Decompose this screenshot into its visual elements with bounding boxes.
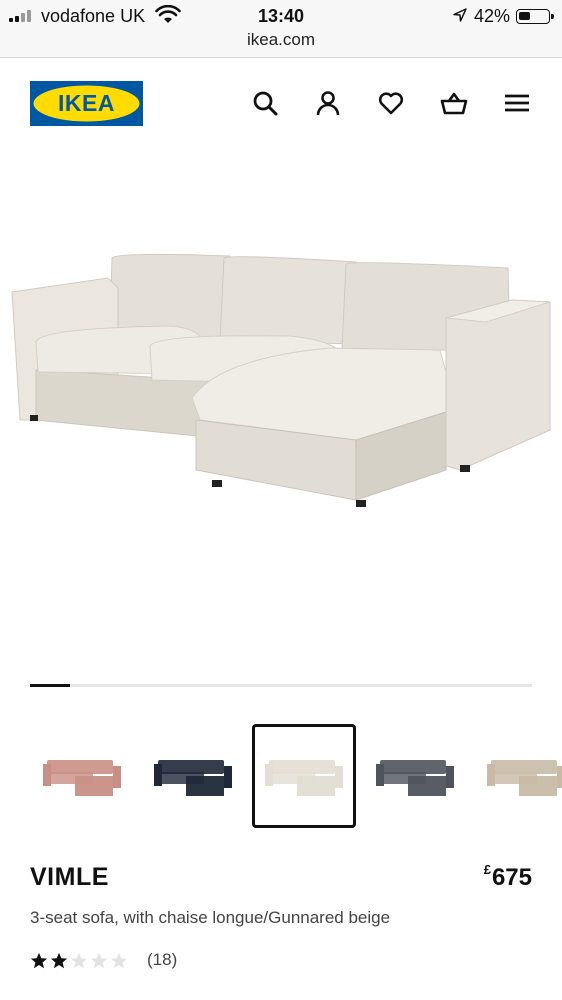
sofa-thumbnail-image <box>154 760 232 796</box>
basket-icon[interactable] <box>440 89 468 117</box>
rating-stars[interactable] <box>30 952 130 972</box>
star-empty-icon <box>90 952 108 969</box>
search-icon[interactable] <box>251 89 279 117</box>
star-empty-icon <box>110 952 128 969</box>
star-filled-icon <box>30 952 48 969</box>
color-thumbnail-pink[interactable] <box>30 724 134 828</box>
sofa-thumbnail-image <box>376 760 454 796</box>
product-name[interactable]: VIMLE <box>30 863 109 892</box>
review-count[interactable]: (18) <box>147 950 177 970</box>
product-price: £675 <box>484 862 532 892</box>
star-empty-icon <box>70 952 88 969</box>
logo-text: IKEA <box>58 90 115 116</box>
status-bar: vodafone UK 13:40 42% ikea.com <box>0 0 562 58</box>
account-icon[interactable] <box>314 89 342 117</box>
sofa-thumbnail-image <box>265 760 343 796</box>
battery-level <box>519 12 531 20</box>
location-icon <box>453 8 467 22</box>
ikea-logo[interactable]: IKEA <box>30 81 143 126</box>
price-value: 675 <box>491 864 532 891</box>
menu-icon[interactable] <box>503 89 531 117</box>
star-filled-icon <box>50 952 68 969</box>
battery-percent: 42% <box>474 6 511 26</box>
product-image[interactable] <box>0 200 562 540</box>
gallery-progress <box>30 684 532 687</box>
color-thumbnail-grey[interactable] <box>363 724 467 828</box>
color-thumbnail-beige[interactable] <box>252 724 356 828</box>
product-description: 3-seat sofa, with chaise longue/Gunnared… <box>30 908 391 927</box>
battery-icon <box>516 9 554 24</box>
sofa-thumbnail-image <box>43 760 121 796</box>
heart-icon[interactable] <box>377 89 405 117</box>
sofa-thumbnail-image <box>487 760 562 796</box>
address-bar-url[interactable]: ikea.com <box>0 30 562 50</box>
color-thumbnail-light-brown[interactable] <box>474 724 562 828</box>
gallery-progress-fill <box>30 684 71 687</box>
color-thumbnail-dark-blue[interactable] <box>141 724 245 828</box>
price-currency: £ <box>483 862 491 877</box>
